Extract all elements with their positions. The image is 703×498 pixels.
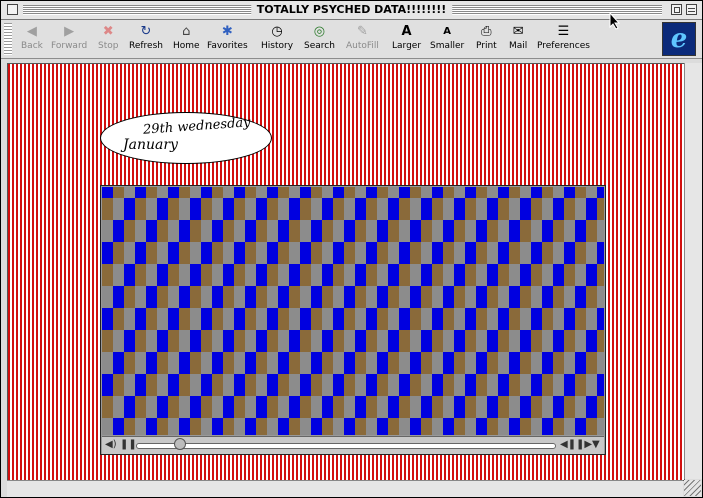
autofill-icon: ✎ [357,24,368,39]
history-button[interactable]: ◷ History [261,24,293,56]
autofill-button[interactable]: ✎ AutoFill [346,24,379,56]
checker-pattern [102,187,604,435]
toolbar-button-label: Favorites [207,41,248,51]
larger-text-icon: A [401,24,412,39]
toolbar-button-label: Refresh [129,41,163,51]
zoom-box-icon[interactable] [671,4,682,15]
toolbar-button-label: History [261,41,294,51]
larger-button[interactable]: A Larger [392,24,421,56]
smaller-button[interactable]: A Smaller [430,24,464,56]
title-bar[interactable]: TOTALLY PSYCHED DATA!!!!!!!! [1,1,702,20]
mouse-cursor-icon [609,12,621,30]
window-title: TOTALLY PSYCHED DATA!!!!!!!! [250,2,453,18]
search-button[interactable]: ◎ Search [304,24,335,56]
toolbar-button-label: Larger [392,41,422,51]
step-forward-icon[interactable]: ❚▶ [576,439,592,451]
resize-grip-icon[interactable] [684,480,701,496]
toolbar-button-label: Back [21,41,43,51]
back-arrow-icon: ◀ [26,24,37,39]
forward-button[interactable]: ▶ Forward [51,24,87,56]
print-icon: ⎙ [481,24,492,39]
preferences-icon: ☰ [557,24,570,39]
favorites-button[interactable]: ✱ Favorites [207,24,248,56]
movie-player[interactable]: ◀) ❚❚ ◀❚ ❚▶ ▼ [100,185,606,455]
date-oval: 29th wednesday January [100,112,272,164]
toolbar-button-label: Stop [98,41,119,51]
stop-icon: ✖ [102,24,114,39]
search-icon: ◎ [313,24,326,39]
toolbar: ◀ Back ▶ Forward ✖ Stop ↻ Refresh ⌂ Home ✱ Favorite… [1,20,702,59]
horizontal-scrollbar[interactable] [7,480,683,497]
mail-button[interactable]: ✉ Mail [509,24,527,56]
refresh-icon: ↻ [140,24,152,39]
toolbar-button-label: Forward [51,41,88,51]
collapse-box-icon[interactable] [686,4,697,15]
smaller-text-icon: A [443,26,451,37]
home-icon: ⌂ [182,24,191,39]
back-button[interactable]: ◀ Back [21,24,43,56]
toolbar-button-label: Mail [509,41,528,51]
toolbar-grip[interactable] [4,23,12,55]
step-back-icon[interactable]: ◀❚ [560,439,576,451]
toolbar-button-label: Smaller [430,41,465,51]
ie-logo-glyph: e [670,24,688,54]
movie-controls: ◀) ❚❚ ◀❚ ❚▶ ▼ [102,436,604,454]
browser-window: TOTALLY PSYCHED DATA!!!!!!!! ◀ Back ▶ Forwa… [0,0,703,498]
movie-frame[interactable] [102,187,604,435]
toolbar-button-label: Search [304,41,335,51]
toolbar-button-label: AutoFill [346,41,379,51]
ie-logo-icon[interactable]: e [662,22,696,56]
home-button[interactable]: ⌂ Home [173,24,200,56]
date-line-2: January [123,137,178,153]
mail-icon: ✉ [512,24,524,39]
toolbar-button-label: Preferences [537,41,590,51]
preferences-button[interactable]: ☰ Preferences [537,24,590,56]
progress-thumb[interactable] [173,438,186,450]
refresh-button[interactable]: ↻ Refresh [129,24,163,56]
history-icon: ◷ [271,24,283,39]
favorites-icon: ✱ [221,24,233,39]
pause-icon[interactable]: ❚❚ [120,439,137,451]
menu-arrow-icon[interactable]: ▼ [592,439,600,451]
vertical-scrollbar[interactable] [684,63,702,479]
stop-button[interactable]: ✖ Stop [98,24,118,56]
volume-icon[interactable]: ◀) [105,439,117,451]
page-content[interactable]: 29th wednesday January ◀) ❚❚ ◀❚ ❚▶ ▼ [7,63,685,481]
print-button[interactable]: ⎙ Print [476,24,497,56]
toolbar-button-label: Home [173,41,200,51]
progress-track[interactable] [136,443,556,449]
toolbar-button-label: Print [476,41,497,51]
close-box-icon[interactable] [7,4,18,15]
date-line-1: 29th wednesday [142,115,251,138]
forward-arrow-icon: ▶ [64,24,75,39]
